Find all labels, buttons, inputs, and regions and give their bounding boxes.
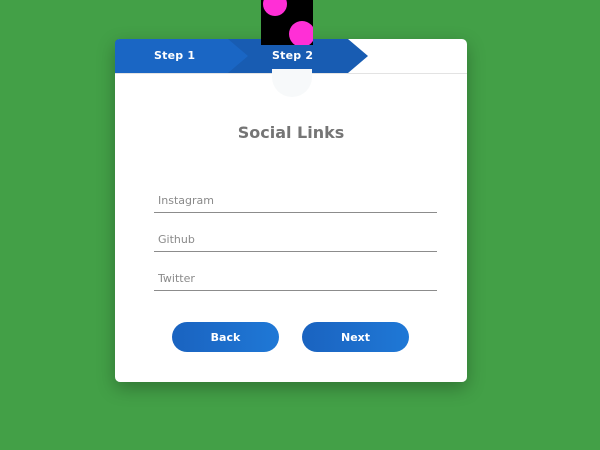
back-button[interactable]: Back — [172, 322, 279, 352]
ghost-circle — [272, 69, 312, 97]
step-1-label[interactable]: Step 1 — [154, 49, 195, 62]
step-2-label[interactable]: Step 2 — [272, 49, 313, 62]
pink-dot — [289, 21, 313, 45]
github-input[interactable] — [154, 228, 437, 252]
instagram-input[interactable] — [154, 189, 437, 213]
twitter-input[interactable] — [154, 267, 437, 291]
decoration-image — [261, 0, 313, 45]
pink-dot — [263, 0, 287, 16]
form-card: Step 1 Step 2 Social Links Back Next — [115, 39, 467, 382]
next-button[interactable]: Next — [302, 322, 409, 352]
form-title: Social Links — [237, 123, 345, 142]
